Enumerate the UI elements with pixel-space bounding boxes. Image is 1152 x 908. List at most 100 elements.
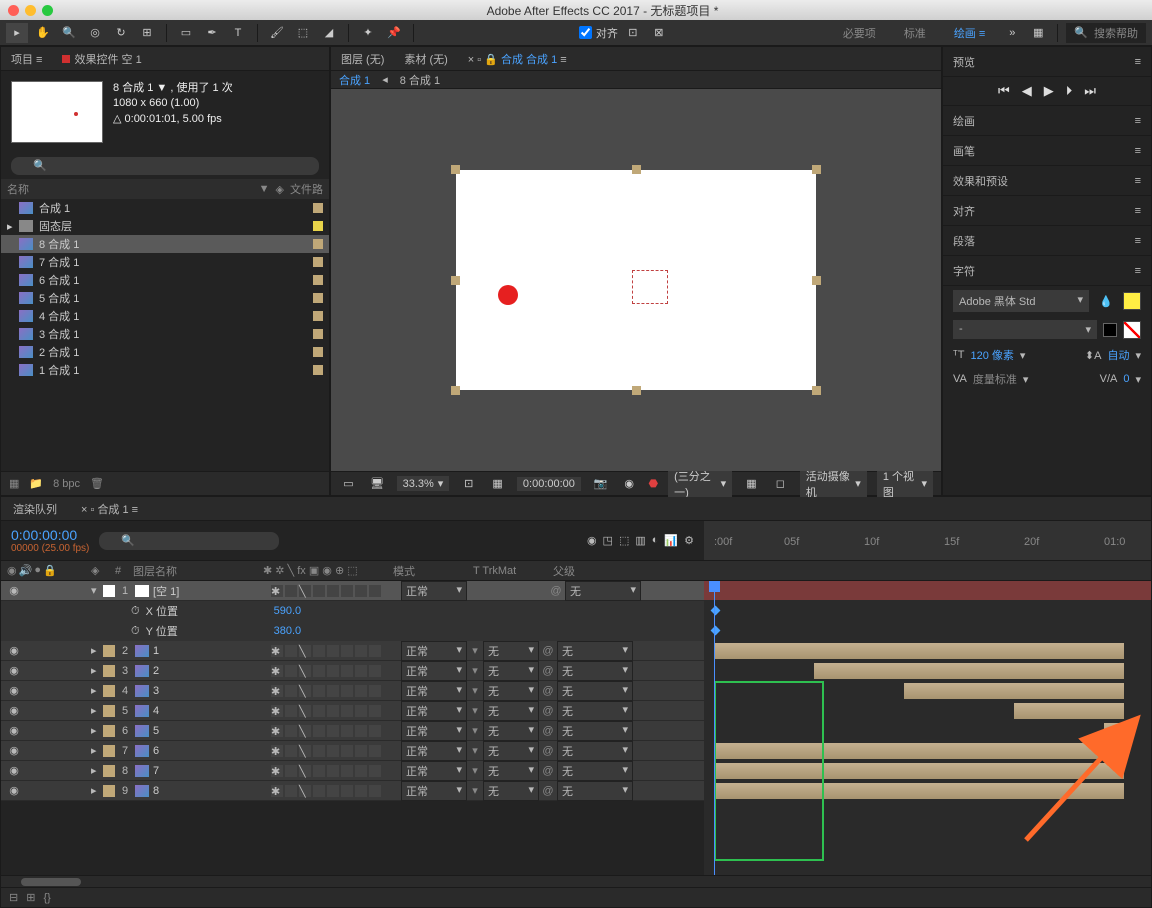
layer-row[interactable]: ◉▸43✱╲正常▾▾无▾@无▾ [1, 681, 704, 701]
pickwhip-icon[interactable]: @ [539, 705, 557, 717]
track-row[interactable] [704, 601, 1151, 621]
anchor-tool[interactable]: ⊞ [136, 23, 158, 43]
transparency-icon[interactable]: ▦ [488, 474, 507, 494]
layer-row[interactable]: ◉▾1[空 1]✱╲正常▾@无▾ [1, 581, 704, 601]
panel-header[interactable]: 画笔≡ [943, 136, 1151, 166]
pickwhip-icon[interactable]: @ [539, 685, 557, 697]
layer-bar[interactable] [814, 663, 1124, 679]
no-stroke-icon[interactable] [1123, 321, 1141, 339]
bpc-label[interactable]: 8 bpc [53, 478, 80, 490]
project-item[interactable]: 7 合成 1 [1, 253, 329, 271]
workspace-grid-icon[interactable]: ▦ [1027, 23, 1049, 43]
layer-bar[interactable] [904, 683, 1124, 699]
new-folder-icon[interactable]: 📁 [29, 477, 43, 490]
blend-mode-dropdown[interactable]: 正常▾ [401, 681, 467, 701]
project-item[interactable]: 6 合成 1 [1, 271, 329, 289]
frameblend-icon[interactable]: ▥ [635, 534, 645, 547]
font-size-value[interactable]: 120 像素 [970, 347, 1013, 363]
blend-mode-dropdown[interactable]: 正常▾ [401, 641, 467, 661]
trkmat-dropdown[interactable]: 无▾ [483, 681, 539, 701]
snap-icon[interactable]: ⊡ [622, 23, 644, 43]
trkmat-dropdown[interactable]: 无▾ [483, 761, 539, 781]
project-item[interactable]: 1 合成 1 [1, 361, 329, 379]
panel-header[interactable]: 对齐≡ [943, 196, 1151, 226]
resolution-dropdown[interactable]: (三分之一) ▾ [668, 467, 732, 501]
pickwhip-icon[interactable]: @ [539, 785, 557, 797]
parent-dropdown[interactable]: 无▾ [557, 681, 633, 701]
draft3d-icon[interactable]: ◳ [603, 534, 613, 547]
workspace-chevron[interactable]: » [1001, 23, 1023, 43]
parent-dropdown[interactable]: 无▾ [557, 701, 633, 721]
channel-icon[interactable]: ◉ [620, 474, 639, 494]
preview-panel-header[interactable]: 预览 [953, 54, 975, 70]
effect-controls-tab[interactable]: 效果控件 空 1 [52, 51, 151, 67]
col-layer-name[interactable]: 图层名称 [133, 563, 263, 579]
orbit-tool[interactable]: ◎ [84, 23, 106, 43]
interpret-icon[interactable]: ▦ [9, 477, 19, 490]
panel-header[interactable]: 段落≡ [943, 226, 1151, 256]
workspace-essentials[interactable]: 必要项 [831, 25, 888, 41]
project-item[interactable]: 合成 1 [1, 199, 329, 217]
property-value[interactable]: 590.0 [274, 605, 302, 617]
trash-icon[interactable]: 🗑 [90, 477, 104, 490]
trkmat-dropdown[interactable]: 无▾ [483, 741, 539, 761]
timecode-display[interactable]: 0:00:00:00 [517, 477, 581, 491]
track-row[interactable] [704, 581, 1151, 601]
tracking-label[interactable]: 度量标准 [973, 371, 1017, 387]
col-name-header[interactable]: 名称 [7, 181, 29, 197]
project-search-input[interactable] [11, 157, 319, 175]
zoom-dropdown[interactable]: 33.3% ▾ [397, 476, 450, 491]
project-item[interactable]: 8 合成 1 [1, 235, 329, 253]
parent-dropdown[interactable]: 无▾ [557, 641, 633, 661]
property-row[interactable]: ⏱X 位置590.0 [1, 601, 704, 621]
trkmat-dropdown[interactable]: 无▾ [483, 721, 539, 741]
pickwhip-icon[interactable]: @ [539, 745, 557, 757]
text-tool[interactable]: T [227, 23, 249, 43]
col-mode[interactable]: 模式 [393, 563, 473, 579]
brainstorm-icon[interactable]: ⚙ [684, 534, 694, 547]
snap-icon-2[interactable]: ⊠ [648, 23, 670, 43]
align-checkbox[interactable]: 对齐 [579, 25, 618, 41]
minimize-window-button[interactable] [25, 5, 36, 16]
zoom-tool[interactable]: 🔍 [58, 23, 80, 43]
project-item[interactable]: ▸固态层 [1, 217, 329, 235]
puppet-tool[interactable]: 📌 [383, 23, 405, 43]
current-timecode[interactable]: 0:00:00:00 [11, 527, 89, 543]
blend-mode-dropdown[interactable]: 正常▾ [401, 661, 467, 681]
track-row[interactable] [704, 621, 1151, 641]
parent-dropdown[interactable]: 无▾ [557, 761, 633, 781]
eyedropper-icon[interactable]: 💧 [1095, 291, 1117, 311]
kerning-value[interactable]: 0 [1123, 373, 1129, 385]
roi-icon[interactable]: ⊡ [459, 474, 478, 494]
hand-tool[interactable]: ✋ [32, 23, 54, 43]
project-item[interactable]: 4 合成 1 [1, 307, 329, 325]
track-row[interactable] [704, 661, 1151, 681]
blend-mode-dropdown[interactable]: 正常▾ [401, 741, 467, 761]
pickwhip-icon[interactable]: @ [539, 645, 557, 657]
time-ruler[interactable]: :00f05f10f15f20f01:0 [704, 521, 1151, 561]
next-frame-button[interactable]: ⏵ [1066, 83, 1073, 99]
font-style-dropdown[interactable]: -▾ [953, 320, 1097, 339]
project-item[interactable]: 5 合成 1 [1, 289, 329, 307]
composition-viewer[interactable] [331, 89, 941, 471]
eraser-tool[interactable]: ◢ [318, 23, 340, 43]
blend-mode-dropdown[interactable]: 正常▾ [401, 581, 467, 601]
trkmat-dropdown[interactable]: 无▾ [483, 641, 539, 661]
keyframe[interactable] [711, 606, 721, 616]
viewer-layout-icon[interactable]: ▭ [339, 474, 358, 494]
pickwhip-icon[interactable]: @ [539, 765, 557, 777]
guides-icon[interactable]: ▦ [742, 474, 761, 494]
timeline-comp-tab[interactable]: × ▫ 合成 1 ≡ [69, 501, 150, 517]
trkmat-dropdown[interactable]: 无▾ [483, 781, 539, 801]
blend-mode-dropdown[interactable]: 正常▾ [401, 721, 467, 741]
play-button[interactable]: ▶ [1044, 83, 1054, 99]
layer-row[interactable]: ◉▸87✱╲正常▾▾无▾@无▾ [1, 761, 704, 781]
camera-dropdown[interactable]: 活动摄像机 ▾ [800, 467, 867, 501]
stroke-color-black[interactable] [1103, 323, 1117, 337]
viewer-screen-icon[interactable]: 🖥 [368, 474, 387, 494]
layer-row[interactable]: ◉▸65✱╲正常▾▾无▾@无▾ [1, 721, 704, 741]
parent-dropdown[interactable]: 无▾ [557, 781, 633, 801]
pickwhip-icon[interactable]: @ [547, 585, 565, 597]
motionblur-icon[interactable]: ◐ [652, 534, 659, 547]
timeline-search[interactable] [99, 532, 279, 550]
